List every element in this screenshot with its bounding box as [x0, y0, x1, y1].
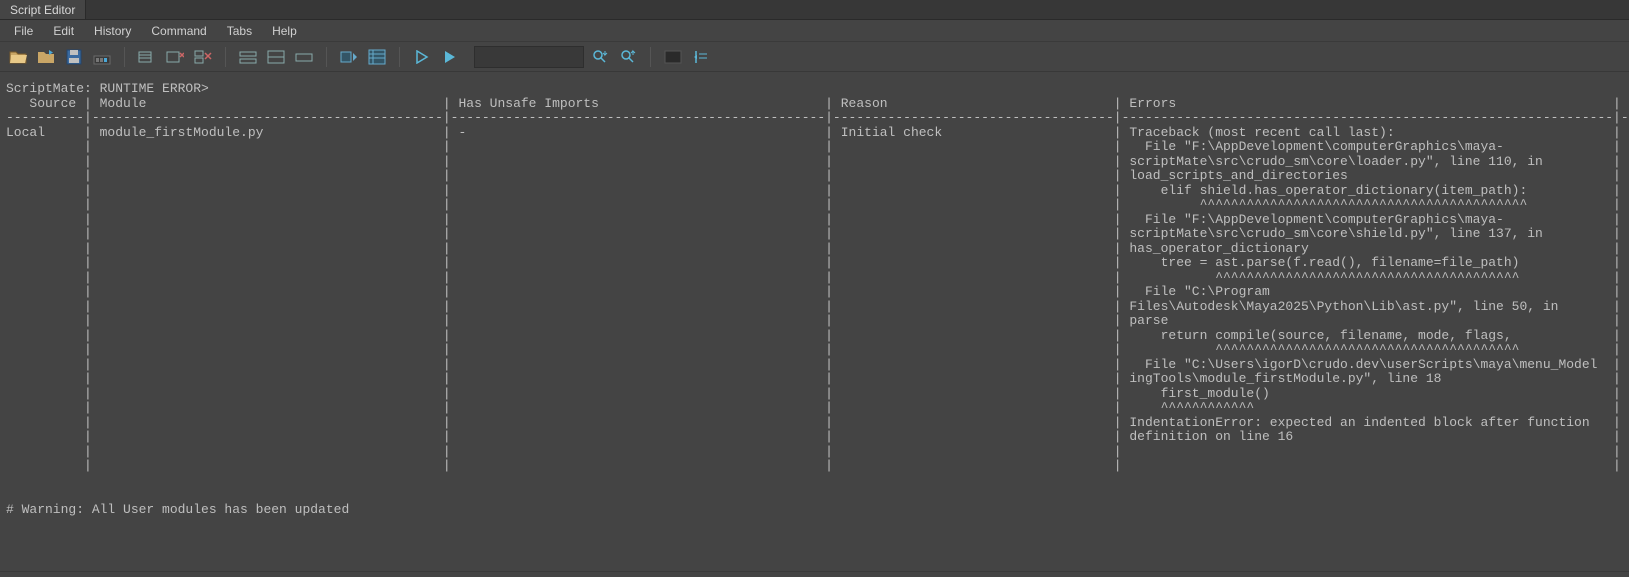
execute-all-icon[interactable]: [438, 45, 462, 69]
menu-edit[interactable]: Edit: [43, 21, 84, 41]
clear-all-icon[interactable]: [191, 45, 215, 69]
titlebar: Script Editor: [0, 0, 1629, 20]
source-script-icon[interactable]: [34, 45, 58, 69]
menu-help[interactable]: Help: [262, 21, 307, 41]
open-icon[interactable]: [6, 45, 30, 69]
menu-command[interactable]: Command: [141, 21, 216, 41]
window-title: Script Editor: [0, 0, 86, 19]
clear-input-icon[interactable]: [163, 45, 187, 69]
history-only-icon[interactable]: [264, 45, 288, 69]
separator: [650, 47, 651, 67]
search-down-icon[interactable]: [588, 45, 612, 69]
search-up-icon[interactable]: [616, 45, 640, 69]
separator: [225, 47, 226, 67]
menu-tabs[interactable]: Tabs: [217, 21, 262, 41]
menubar: File Edit History Command Tabs Help: [0, 20, 1629, 42]
echo-commands-icon[interactable]: [337, 45, 361, 69]
menu-history[interactable]: History: [84, 21, 141, 41]
line-numbers-icon[interactable]: [365, 45, 389, 69]
separator: [399, 47, 400, 67]
goto-line-icon[interactable]: [689, 45, 713, 69]
save-to-shelf-icon[interactable]: [90, 45, 114, 69]
menu-file[interactable]: File: [4, 21, 43, 41]
bottom-edge: [0, 571, 1629, 577]
output-pane[interactable]: ScriptMate: RUNTIME ERROR> Source | Modu…: [0, 72, 1629, 571]
execute-icon[interactable]: [410, 45, 434, 69]
toolbar: [0, 42, 1629, 72]
separator: [326, 47, 327, 67]
history-input-icon[interactable]: [236, 45, 260, 69]
search-input[interactable]: [474, 46, 584, 68]
input-only-icon[interactable]: [292, 45, 316, 69]
clear-history-icon[interactable]: [135, 45, 159, 69]
save-icon[interactable]: [62, 45, 86, 69]
separator: [124, 47, 125, 67]
color-swatch-icon[interactable]: [661, 45, 685, 69]
